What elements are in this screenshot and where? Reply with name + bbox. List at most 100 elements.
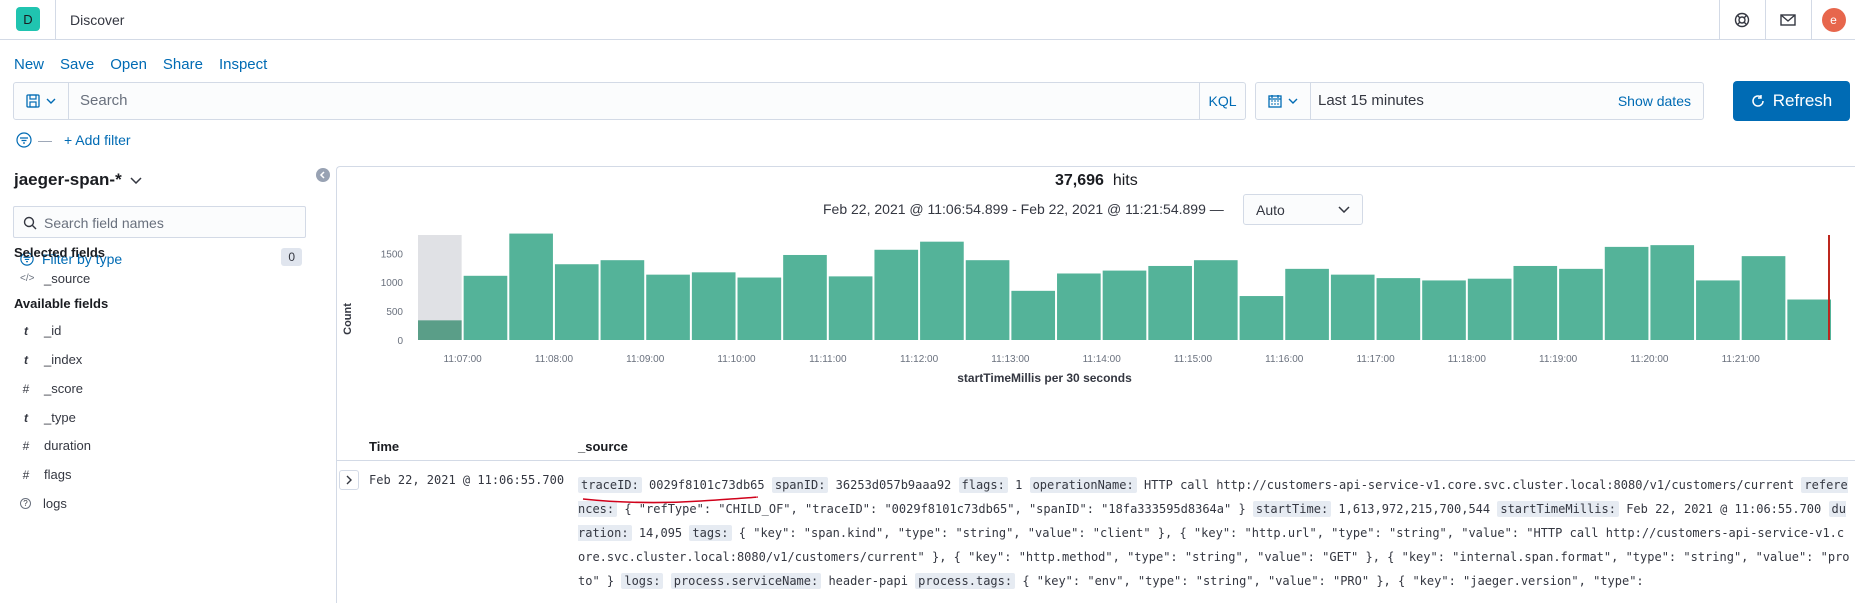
string-type-icon: t bbox=[24, 410, 28, 425]
saved-query-button[interactable] bbox=[14, 83, 69, 119]
field-sidebar: jaeger-span-* Search field names Filter … bbox=[0, 160, 327, 603]
menu-new[interactable]: New bbox=[14, 56, 44, 73]
now-marker bbox=[1828, 235, 1830, 340]
source-document: traceID: 0029f8101c73db65 spanID: 36253d… bbox=[578, 473, 1850, 593]
x-tick-label: 11:10:00 bbox=[717, 354, 756, 365]
histogram-bar bbox=[1239, 296, 1284, 340]
help-icon[interactable] bbox=[1719, 0, 1763, 40]
interval-value: Auto bbox=[1256, 202, 1285, 218]
histogram-bar bbox=[463, 275, 508, 340]
chevron-down-icon bbox=[1288, 98, 1298, 104]
field-item-score[interactable]: # _score bbox=[20, 381, 83, 396]
source-field-key: spanID: bbox=[771, 477, 829, 493]
histogram-bar bbox=[1467, 278, 1512, 340]
expand-row-button[interactable] bbox=[339, 470, 359, 490]
date-range-label: Feb 22, 2021 @ 11:06:54.899 - Feb 22, 20… bbox=[823, 201, 1224, 217]
x-tick-label: 11:15:00 bbox=[1174, 354, 1213, 365]
show-dates-link[interactable]: Show dates bbox=[1618, 93, 1691, 109]
source-field-key: logs: bbox=[621, 573, 664, 589]
menu-inspect[interactable]: Inspect bbox=[219, 56, 267, 73]
top-header: D Discover e bbox=[0, 0, 1855, 40]
source-field-key: process.serviceName: bbox=[670, 573, 822, 589]
field-item-duration[interactable]: # duration bbox=[20, 438, 91, 453]
collapse-sidebar-icon[interactable] bbox=[316, 168, 330, 182]
number-type-icon: # bbox=[22, 467, 30, 482]
menu-save[interactable]: Save bbox=[60, 56, 94, 73]
unknown-type-icon: ? bbox=[20, 498, 31, 509]
histogram-bar bbox=[874, 249, 919, 340]
filter-icon[interactable] bbox=[16, 132, 32, 148]
hit-count-label: hits bbox=[1112, 172, 1138, 189]
histogram-bar bbox=[1513, 265, 1558, 340]
field-name: _type bbox=[44, 410, 76, 425]
refresh-button[interactable]: Refresh bbox=[1733, 81, 1850, 121]
histogram-bar bbox=[1559, 268, 1603, 340]
field-item-flags[interactable]: # flags bbox=[20, 467, 72, 482]
space-avatar[interactable]: D bbox=[16, 7, 40, 31]
y-tick-label: 1500 bbox=[381, 249, 404, 260]
histogram-bar bbox=[1057, 273, 1101, 340]
row-timestamp: Feb 22, 2021 @ 11:06:55.700 bbox=[369, 473, 565, 487]
search-icon bbox=[23, 216, 37, 230]
calendar-icon bbox=[1268, 95, 1282, 108]
field-item-type[interactable]: t _type bbox=[20, 410, 76, 425]
index-pattern-name: jaeger-span-* bbox=[14, 170, 122, 189]
x-tick-label: 11:16:00 bbox=[1265, 354, 1304, 365]
x-tick-label: 11:07:00 bbox=[444, 354, 483, 365]
field-item-source[interactable]: </> _source bbox=[20, 271, 90, 286]
source-field-value: Feb 22, 2021 @ 11:06:55.700 bbox=[1626, 502, 1822, 516]
x-tick-label: 11:14:00 bbox=[1083, 354, 1122, 365]
histogram-bar bbox=[783, 254, 827, 340]
search-input[interactable]: Search bbox=[80, 92, 128, 109]
top-nav-menu: New Save Open Share Inspect bbox=[14, 56, 267, 73]
code-icon: </> bbox=[20, 273, 35, 284]
histogram-bar bbox=[920, 241, 964, 340]
field-item-id[interactable]: t _id bbox=[20, 323, 61, 338]
string-type-icon: t bbox=[24, 352, 28, 367]
x-tick-label: 11:12:00 bbox=[900, 354, 939, 365]
x-tick-label: 11:08:00 bbox=[535, 354, 574, 365]
y-tick-label: 0 bbox=[397, 336, 403, 347]
time-range-label[interactable]: Last 15 minutes bbox=[1318, 92, 1424, 109]
number-type-icon: # bbox=[22, 438, 30, 453]
menu-share[interactable]: Share bbox=[163, 56, 203, 73]
refresh-label: Refresh bbox=[1772, 91, 1833, 110]
field-item-logs[interactable]: ? logs bbox=[20, 496, 67, 511]
field-search-input[interactable]: Search field names bbox=[13, 206, 306, 238]
query-bar: Search KQL bbox=[13, 82, 1246, 120]
field-name: _score bbox=[44, 381, 84, 396]
histogram-bar bbox=[1422, 280, 1466, 340]
chevron-down-icon bbox=[46, 98, 56, 104]
histogram-bar bbox=[418, 320, 462, 340]
source-field-key: startTime: bbox=[1252, 501, 1332, 517]
y-tick-label: 1000 bbox=[381, 278, 404, 289]
x-tick-label: 11:09:00 bbox=[626, 354, 665, 365]
histogram-bar bbox=[1285, 268, 1329, 340]
add-filter-button[interactable]: + Add filter bbox=[64, 132, 131, 148]
kql-toggle[interactable]: KQL bbox=[1199, 83, 1245, 119]
source-field-value: HTTP call http://customers-api-service-v… bbox=[1143, 478, 1795, 492]
interval-select[interactable]: Auto bbox=[1243, 194, 1363, 225]
time-picker: Last 15 minutes Show dates bbox=[1255, 82, 1704, 120]
source-field-value: 0029f8101c73db65 bbox=[649, 478, 765, 492]
menu-open[interactable]: Open bbox=[110, 56, 147, 73]
y-axis-label: Count bbox=[342, 303, 354, 335]
user-menu[interactable]: e bbox=[1811, 0, 1855, 40]
quick-menu-button[interactable] bbox=[1256, 83, 1311, 119]
field-name: duration bbox=[44, 438, 91, 453]
annotation-underline bbox=[582, 496, 758, 504]
user-avatar[interactable]: e bbox=[1821, 8, 1846, 32]
y-tick-label: 500 bbox=[386, 307, 403, 318]
mail-icon[interactable] bbox=[1765, 0, 1809, 40]
field-item-index[interactable]: t _index bbox=[20, 352, 82, 367]
time-column-header[interactable]: Time bbox=[369, 439, 399, 454]
x-tick-label: 11:11:00 bbox=[809, 354, 847, 365]
save-icon bbox=[26, 94, 40, 108]
histogram-chart: Count 0 500 1000 1500 11:07:00 11:08:00 11:09:0… bbox=[342, 233, 1831, 385]
index-pattern-selector[interactable]: jaeger-span-* bbox=[14, 170, 142, 190]
histogram-bar bbox=[1330, 274, 1375, 340]
histogram-bar bbox=[1148, 265, 1192, 340]
x-tick-label: 11:13:00 bbox=[991, 354, 1030, 365]
filter-separator: — bbox=[38, 132, 52, 148]
table-divider bbox=[337, 460, 1855, 461]
